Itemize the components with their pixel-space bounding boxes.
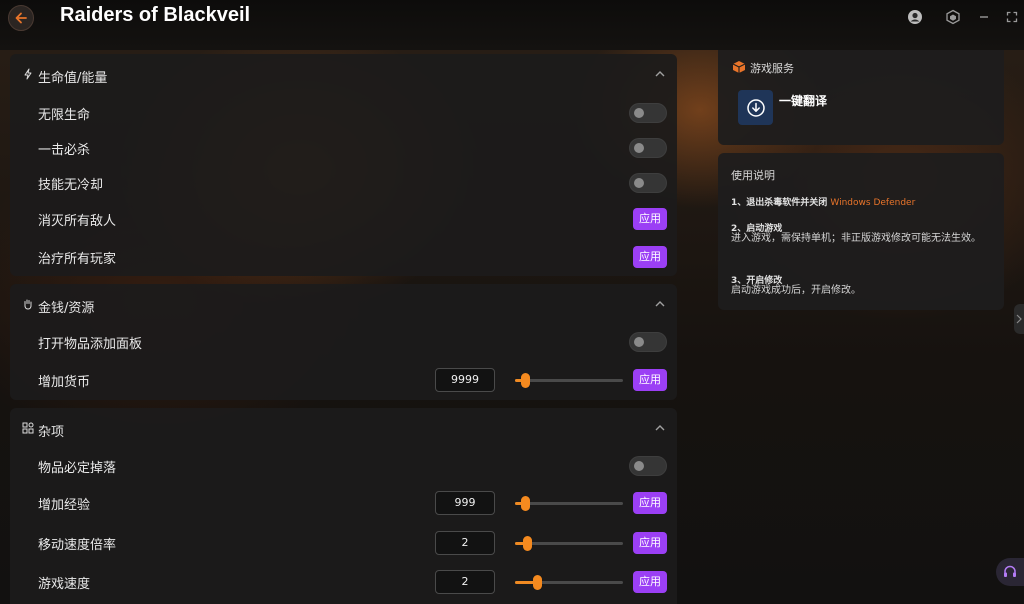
back-button[interactable]: [8, 5, 34, 31]
infinite-health-toggle[interactable]: [629, 103, 667, 123]
slider-thumb[interactable]: [520, 496, 530, 511]
chevron-up-icon[interactable]: [653, 298, 667, 310]
section-header[interactable]: 杂项: [10, 408, 677, 448]
game-speed-apply-button[interactable]: 应用: [633, 571, 667, 593]
row-game-speed: 游戏速度 2 应用: [10, 567, 677, 597]
row-label: 消灭所有敌人: [38, 214, 117, 229]
row-label: 治疗所有玩家: [38, 252, 117, 267]
slider-thumb[interactable]: [532, 575, 542, 590]
user-icon: [908, 10, 922, 24]
add-exp-apply-button[interactable]: 应用: [633, 492, 667, 514]
step-1: 1、退出杀毒软件并关闭 Windows Defender: [731, 195, 915, 208]
move-speed-apply-button[interactable]: 应用: [633, 532, 667, 554]
section-header[interactable]: 生命值/能量: [10, 54, 677, 94]
step-2-body: 进入游戏，需保持单机；非正版游戏修改可能无法生效。: [731, 233, 981, 244]
side-panel-toggle[interactable]: [1014, 304, 1024, 334]
row-label: 增加经验: [38, 498, 91, 513]
one-hit-kill-toggle[interactable]: [629, 138, 667, 158]
instructions-card: 使用说明 1、退出杀毒软件并关闭 Windows Defender 2、启动游戏…: [718, 153, 1004, 310]
heal-all-players-apply-button[interactable]: 应用: [633, 246, 667, 268]
download-circle-icon: [746, 98, 765, 117]
cube-button[interactable]: [944, 8, 962, 26]
move-speed-slider[interactable]: [515, 536, 623, 551]
section-header[interactable]: 金钱/资源: [10, 284, 677, 324]
section-health-energy: 生命值/能量 无限生命 一击必杀 技能无冷却 消灭所有敌人 应用 治疗所有玩家 …: [10, 54, 677, 276]
row-label: 无限生命: [38, 108, 91, 123]
row-label: 移动速度倍率: [38, 538, 117, 553]
grid-icon: [22, 422, 34, 434]
row-move-speed: 移动速度倍率 2 应用: [10, 528, 677, 558]
minimize-icon: [980, 16, 988, 18]
row-label: 一击必杀: [38, 143, 91, 158]
chevron-up-icon[interactable]: [653, 422, 667, 434]
step-3-body: 启动游戏成功后，开启修改。: [731, 285, 861, 296]
support-button[interactable]: [996, 558, 1024, 586]
windows-defender-link: Windows Defender: [830, 198, 916, 208]
no-cooldown-toggle[interactable]: [629, 173, 667, 193]
row-no-cooldown: 技能无冷却: [10, 168, 677, 198]
section-title: 生命值/能量: [38, 71, 108, 86]
minimize-button[interactable]: [975, 8, 993, 26]
slider-thumb[interactable]: [520, 373, 530, 388]
currency-input[interactable]: 9999: [435, 368, 495, 392]
user-button[interactable]: [906, 8, 924, 26]
step-1-text: 1、退出杀毒软件并关闭: [731, 198, 828, 208]
row-one-hit-kill: 一击必杀: [10, 133, 677, 163]
row-infinite-health: 无限生命: [10, 98, 677, 128]
row-heal-all-players: 治疗所有玩家 应用: [10, 242, 677, 272]
section-title: 杂项: [38, 425, 65, 440]
lightning-icon: [24, 68, 32, 80]
game-speed-input[interactable]: 2: [435, 570, 495, 594]
row-label: 游戏速度: [38, 577, 91, 592]
guaranteed-drop-toggle[interactable]: [629, 456, 667, 476]
arrow-left-icon: [15, 12, 27, 24]
expand-icon: [1006, 11, 1018, 23]
slider-thumb[interactable]: [522, 536, 532, 551]
section-misc: 杂项 物品必定掉落 增加经验 999 应用 移动速度倍率 2 应用 游戏速度 2…: [10, 408, 677, 604]
section-title: 金钱/资源: [38, 301, 95, 316]
chevron-up-icon[interactable]: [653, 68, 667, 80]
game-speed-slider[interactable]: [515, 575, 623, 590]
package-icon: [732, 61, 746, 73]
title-bar: Raiders of Blackveil: [0, 0, 1024, 50]
translate-label[interactable]: 一键翻译: [779, 92, 827, 109]
maximize-button[interactable]: [1003, 8, 1021, 26]
cube-icon: [946, 9, 960, 25]
row-label: 物品必定掉落: [38, 461, 117, 476]
currency-slider[interactable]: [515, 373, 623, 388]
chevron-right-icon: [1016, 314, 1022, 324]
row-label: 技能无冷却: [38, 178, 104, 193]
row-item-panel: 打开物品添加面板: [10, 327, 677, 357]
row-add-exp: 增加经验 999 应用: [10, 488, 677, 518]
app-title: Raiders of Blackveil: [60, 4, 251, 26]
row-kill-all-enemies: 消灭所有敌人 应用: [10, 204, 677, 234]
hand-icon: [24, 299, 32, 310]
kill-all-enemies-apply-button[interactable]: 应用: [633, 208, 667, 230]
game-services-card: 游戏服务 一键翻译: [718, 50, 1004, 145]
row-label: 打开物品添加面板: [38, 337, 143, 352]
exp-slider[interactable]: [515, 496, 623, 511]
headset-icon: [1004, 565, 1016, 577]
item-panel-toggle[interactable]: [629, 332, 667, 352]
section-money-resources: 金钱/资源 打开物品添加面板 增加货币 9999 应用: [10, 284, 677, 400]
exp-input[interactable]: 999: [435, 491, 495, 515]
services-title: 游戏服务: [750, 62, 794, 75]
translate-button[interactable]: [738, 90, 773, 125]
row-label: 增加货币: [38, 375, 91, 390]
row-guaranteed-drop: 物品必定掉落: [10, 451, 677, 481]
move-speed-input[interactable]: 2: [435, 531, 495, 555]
instructions-title: 使用说明: [731, 169, 775, 182]
row-add-currency: 增加货币 9999 应用: [10, 365, 677, 395]
add-currency-apply-button[interactable]: 应用: [633, 369, 667, 391]
